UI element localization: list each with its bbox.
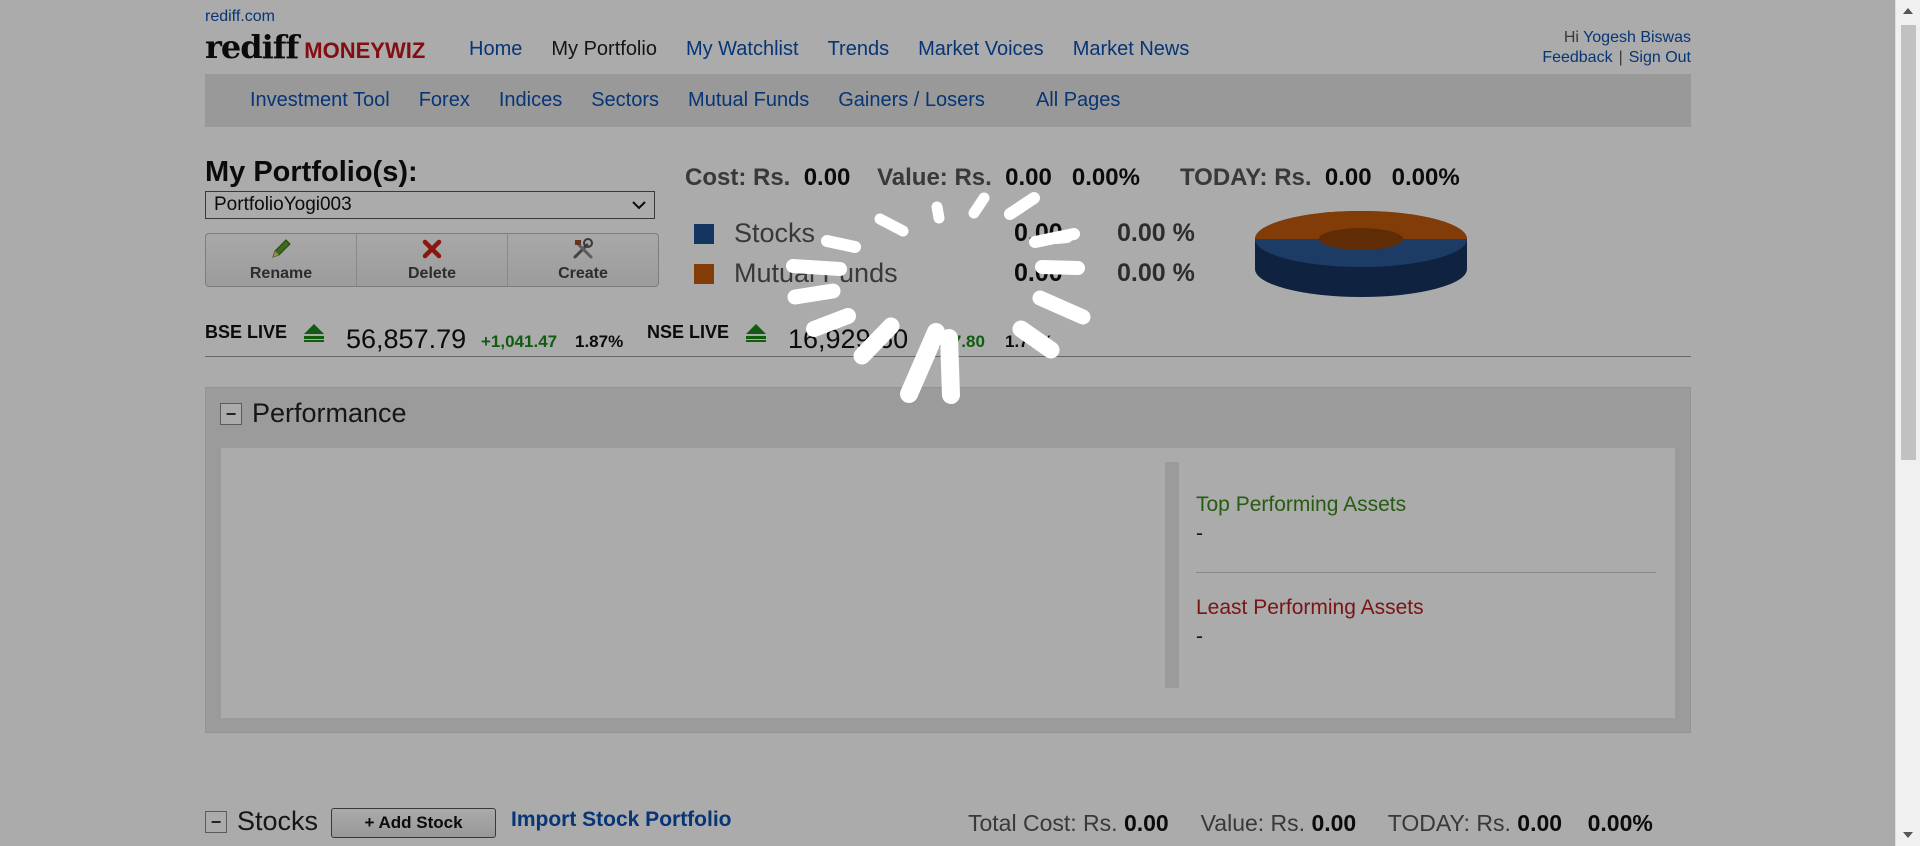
scroll-up-icon[interactable] <box>1903 8 1913 14</box>
loading-overlay <box>0 0 1920 846</box>
page-scrollbar[interactable] <box>1895 0 1920 846</box>
scrollbar-thumb[interactable] <box>1901 25 1916 460</box>
scroll-down-icon[interactable] <box>1903 832 1913 838</box>
loading-spinner-icon <box>786 192 1091 404</box>
